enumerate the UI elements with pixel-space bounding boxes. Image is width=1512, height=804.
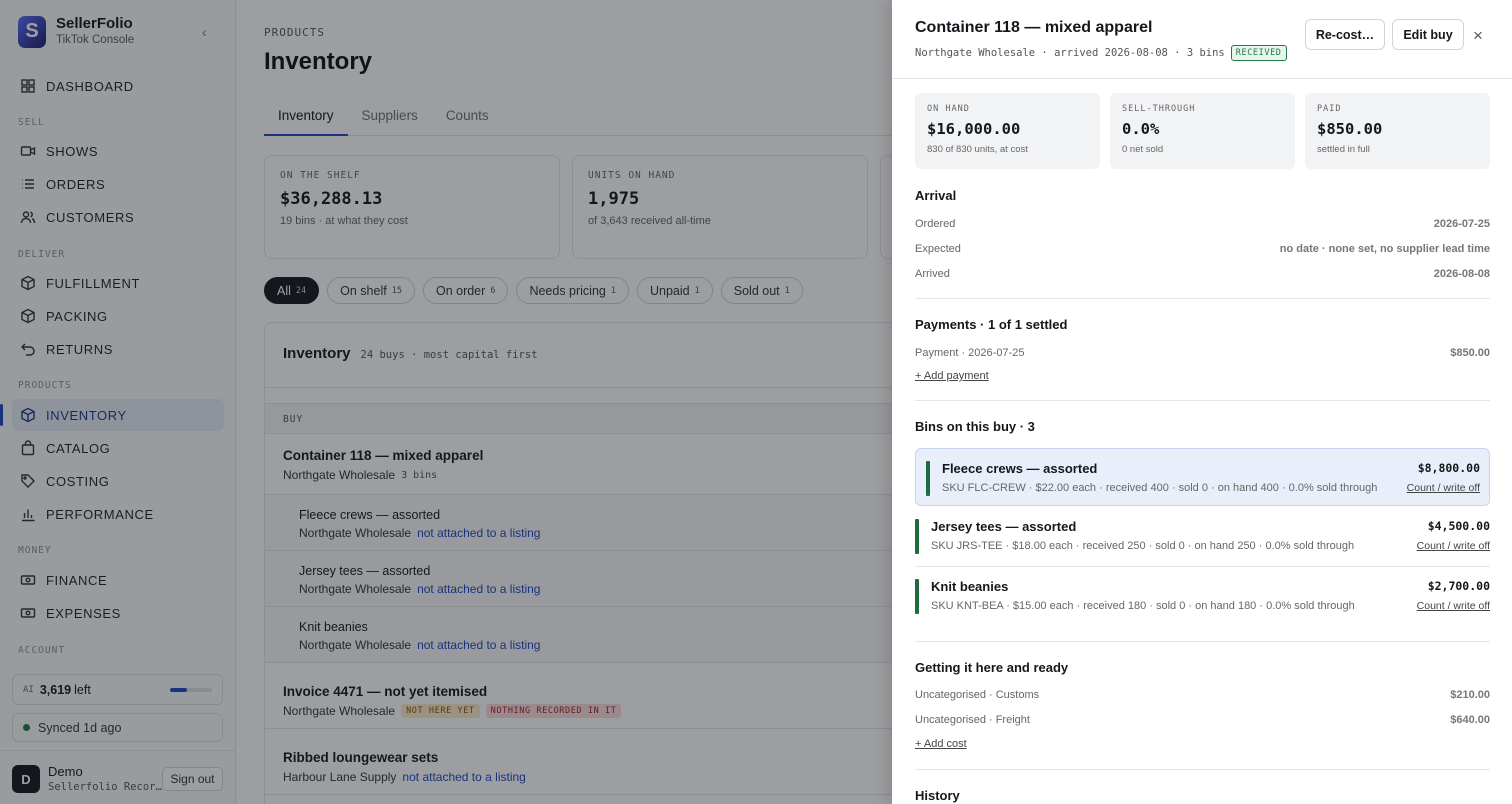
bin-name: Fleece crews — assorted: [942, 461, 1098, 476]
section-title-costs: Getting it here and ready: [915, 660, 1069, 675]
kpi-value: 0.0%: [1122, 120, 1160, 138]
kv-value: 2026-07-25: [1433, 218, 1490, 230]
bin-amount: $4,500.00: [1427, 519, 1490, 533]
kv-value: 2026-08-08: [1433, 268, 1490, 280]
drawer-body: ON HAND $16,000.00 830 of 830 units, at …: [892, 79, 1512, 804]
kv-value: $210.00: [1450, 689, 1490, 701]
bin-status-bar: [915, 579, 919, 614]
kv-value: $640.00: [1450, 714, 1490, 726]
bin-detail: SKU JRS-TEE · $18.00 each · received 250…: [931, 540, 1355, 552]
drawer-meta-text: Northgate Wholesale · arrived 2026-08-08…: [915, 47, 1225, 59]
bin-amount: $8,800.00: [1417, 461, 1480, 475]
kpi-label: SELL-THROUGH: [1122, 104, 1196, 114]
kpi-sub: 0 net sold: [1122, 144, 1164, 155]
divider: [915, 641, 1490, 642]
kpi-label: PAID: [1317, 104, 1342, 114]
bin-row[interactable]: Knit beanies SKU KNT-BEA · $15.00 each ·…: [915, 567, 1490, 625]
kv-key: Expected: [915, 243, 961, 255]
close-icon[interactable]: ×: [1473, 26, 1483, 46]
kv-key: Uncategorised · Freight: [915, 714, 1030, 726]
divider: [915, 769, 1490, 770]
bin-amount: $2,700.00: [1427, 579, 1490, 593]
add-cost-link[interactable]: + Add cost: [915, 738, 967, 750]
count-write-off-link[interactable]: Count / write off: [1407, 482, 1480, 494]
bin-row[interactable]: Jersey tees — assorted SKU JRS-TEE · $18…: [915, 507, 1490, 565]
cost-row: Uncategorised · Customs $210.00: [915, 689, 1490, 701]
drawer-meta: Northgate Wholesale · arrived 2026-08-08…: [915, 45, 1287, 61]
kv-value: $850.00: [1450, 347, 1490, 359]
kv-value: no date · none set, no supplier lead tim…: [1279, 243, 1490, 255]
bin-detail: SKU FLC-CREW · $22.00 each · received 40…: [942, 482, 1378, 494]
modal-backdrop[interactable]: [0, 0, 892, 804]
kpi-label: ON HAND: [927, 104, 970, 114]
divider: [915, 298, 1490, 299]
bin-row-selected[interactable]: Fleece crews — assorted SKU FLC-CREW · $…: [915, 448, 1490, 506]
bin-name: Knit beanies: [931, 579, 1009, 594]
status-badge: RECEIVED: [1230, 45, 1287, 61]
arrival-row: Arrived 2026-08-08: [915, 268, 1490, 280]
kpi-sell-through: SELL-THROUGH 0.0% 0 net sold: [1110, 93, 1295, 169]
cost-row: Uncategorised · Freight $640.00: [915, 714, 1490, 726]
kpi-sub: 830 of 830 units, at cost: [927, 144, 1028, 155]
kv-key: Arrived: [915, 268, 950, 280]
arrival-row: Expected no date · none set, no supplier …: [915, 243, 1490, 255]
kv-key: Payment · 2026-07-25: [915, 347, 1025, 359]
kpi-paid: PAID $850.00 settled in full: [1305, 93, 1490, 169]
divider: [915, 400, 1490, 401]
kpi-value: $16,000.00: [927, 120, 1021, 138]
section-title-arrival: Arrival: [915, 188, 957, 203]
kv-key: Ordered: [915, 218, 956, 230]
kpi-on-hand: ON HAND $16,000.00 830 of 830 units, at …: [915, 93, 1100, 169]
count-write-off-link[interactable]: Count / write off: [1417, 540, 1490, 552]
bin-name: Jersey tees — assorted: [931, 519, 1077, 534]
section-title-history: History: [915, 788, 960, 803]
arrival-row: Ordered 2026-07-25: [915, 218, 1490, 230]
payment-row: Payment · 2026-07-25 $850.00: [915, 347, 1490, 359]
section-title-bins: Bins on this buy · 3: [915, 419, 1035, 434]
kpi-value: $850.00: [1317, 120, 1383, 138]
kv-key: Uncategorised · Customs: [915, 689, 1040, 701]
edit-buy-button[interactable]: Edit buy: [1392, 19, 1464, 50]
bin-status-bar: [915, 519, 919, 554]
kpi-sub: settled in full: [1317, 144, 1370, 155]
buy-detail-drawer: Container 118 — mixed apparel Northgate …: [892, 0, 1512, 804]
bin-status-bar: [926, 461, 930, 496]
add-payment-link[interactable]: + Add payment: [915, 370, 989, 382]
recost-button[interactable]: Re-cost…: [1305, 19, 1385, 50]
drawer-title: Container 118 — mixed apparel: [915, 19, 1153, 36]
section-title-payments: Payments · 1 of 1 settled: [915, 317, 1068, 332]
count-write-off-link[interactable]: Count / write off: [1417, 600, 1490, 612]
drawer-header: Container 118 — mixed apparel Northgate …: [892, 0, 1512, 79]
bin-detail: SKU KNT-BEA · $15.00 each · received 180…: [931, 600, 1355, 612]
